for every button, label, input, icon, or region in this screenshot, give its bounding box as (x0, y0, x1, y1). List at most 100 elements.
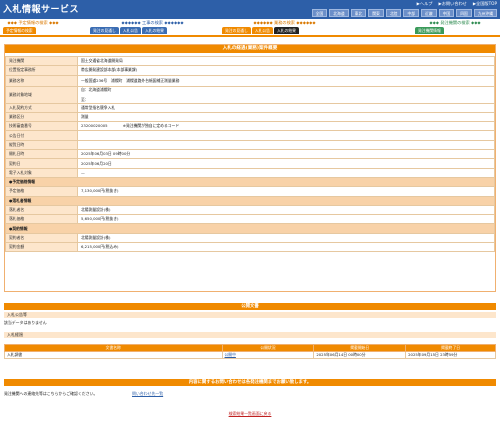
row-label: 落札者名 (5, 204, 78, 216)
col-end: 掲載終了日 (405, 344, 496, 352)
row-label: 発注機関 (5, 55, 78, 67)
section-heading: ●落札者情報 (5, 195, 495, 206)
region-tab-tohoku[interactable]: 東北 (350, 9, 367, 17)
nav-group-title: ◆◆◆◆◆◆ 業務の検索 ◆◆◆◆◆◆ (253, 20, 316, 25)
region-tab-hokuriku[interactable]: 北陸 (385, 9, 402, 17)
col-status: 公開状況 (221, 344, 315, 352)
table-row: 業務名称 一般国道236号 浦幌町 浦幌道路外台帳図補正測量業務 (5, 74, 495, 87)
table-row: 発注機関 国土交通省北海道開発局 (5, 55, 495, 67)
row-label: 業務名称 (5, 74, 78, 87)
row-label: 予定価格 (5, 186, 78, 197)
national-top-link[interactable]: ▶全国版TOP (473, 1, 497, 7)
row-label: 技術審査番号 (5, 121, 78, 132)
region-tabs: 全国 北海道 東北 関東 北陸 中部 近畿 中国 四国 九州沖縄 (311, 9, 497, 17)
section-row: ●落札者情報 (5, 195, 495, 206)
row-label: 業務区分 (5, 111, 78, 123)
table-header-row: 文書名称 公開状況 掲載開始日 掲載終了日 (4, 344, 496, 352)
row-value: 北陽測量設計(株) (77, 232, 495, 244)
help-link[interactable]: ▶ヘルプ (417, 1, 433, 7)
nav-group-schedule: ◆◆◆ 予定情報の検索 ◆◆◆ 予定情報の検索 (3, 20, 63, 34)
col-doc-name: 文書名称 (4, 344, 223, 352)
tab-construction-outlook[interactable]: 発注の見通し (90, 27, 119, 34)
row-label: 公告日付 (5, 130, 78, 141)
table-row: 開札日時 2025年06月03日 09時00分 (5, 149, 495, 160)
table-row: 入札契約方式 通常型指名競争入札 (5, 102, 495, 113)
table-row: 技術審査番号 23200020005 ※発注機関が独自に定めるコード (5, 121, 495, 132)
table-row: 契約金額 6,215,000円(税込み) (5, 242, 495, 253)
row-value: — (77, 167, 495, 178)
table-row: 予定価格 7,130,000円(税抜き) (5, 186, 495, 197)
row-value: 5,650,000円(税抜き) (77, 214, 495, 225)
header-bar: 入札情報サービス ▶ヘルプ ▶お問い合わせ ▶全国版TOP 全国 北海道 東北 … (0, 0, 500, 19)
tab-construction-notice[interactable]: 入札公告 (119, 27, 141, 34)
region-tab-chubu[interactable]: 中部 (403, 9, 420, 17)
nav-group-service: ◆◆◆◆◆◆ 業務の検索 ◆◆◆◆◆◆ 発注の見通し 入札公告 入札の結果 (222, 20, 347, 34)
region-tab-kyushu[interactable]: 九州沖縄 (473, 9, 497, 17)
row-value: 通常型指名競争入札 (77, 102, 495, 113)
doc-start: 2025年06月14日 00時00分 (313, 351, 407, 359)
region-tab-kanto[interactable]: 関東 (368, 9, 384, 17)
contact-text: 発注機関への連絡先等はこちらからご確認ください。 (4, 391, 98, 396)
region-to: 至： (81, 96, 89, 102)
table-row: 落札価格 5,650,000円(税抜き) (5, 214, 495, 225)
site-title[interactable]: 入札情報サービス (3, 2, 79, 15)
no-data-text: 該当データはありません (4, 320, 47, 325)
section-row: ●契約情報 (5, 223, 495, 234)
section-heading: ●予定価格情報 (5, 176, 495, 188)
tab-construction-result[interactable]: 入札の結果 (141, 27, 167, 34)
result-subhead: 入札経過 (4, 332, 496, 338)
row-value: 自：北海道浦幌町 至： (77, 85, 495, 104)
case-summary-table: 発注機関 国土交通省北海道開発局 位置指定事務所 帯広開発建設部本部(本部事業課) … (5, 55, 495, 253)
contact-list-link[interactable]: 問い合わせ先一覧 (132, 391, 163, 397)
case-summary-panel: 入札の経過(業務)案件概要 発注機関 国土交通省北海道開発局 位置指定事務所 帯広開… (4, 44, 496, 292)
row-label: 入札契約方式 (5, 102, 78, 113)
region-tab-zenkoku[interactable]: 全国 (311, 9, 328, 17)
panel-title: 入札の経過(業務)案件概要 (5, 45, 495, 53)
nav-group-title: ◆◆◆◆◆◆ 工事の検索 ◆◆◆◆◆◆ (121, 20, 184, 25)
row-label: 開札日時 (5, 149, 78, 160)
row-value: 2025年06月20日 (77, 158, 495, 169)
region-from: 自：北海道浦幌町 (81, 86, 112, 92)
tab-schedule-search[interactable]: 予定情報の検索 (3, 27, 36, 34)
tab-agency-info[interactable]: 発注機関情報 (415, 27, 444, 34)
row-label: 縦覧日時 (5, 139, 78, 151)
nav-divider (0, 35, 500, 37)
row-value: 6,215,000円(税込み) (77, 242, 495, 253)
doc-status-link[interactable]: 公開中 (225, 352, 236, 357)
tab-service-outlook[interactable]: 発注の見通し (222, 27, 251, 34)
table-row: 縦覧日時 (5, 139, 495, 151)
nav-group-construction: ◆◆◆◆◆◆ 工事の検索 ◆◆◆◆◆◆ 発注の見通し 入札公告 入札の結果 (90, 20, 215, 34)
notice-subhead: 入札公告等 (4, 312, 496, 318)
section-row: ●予定価格情報 (5, 176, 495, 188)
tab-service-notice[interactable]: 入札公告 (251, 27, 273, 34)
nav-group-title: ◆◆◆ 予定情報の検索 ◆◆◆ (7, 20, 59, 25)
col-start: 掲載開始日 (313, 344, 407, 352)
region-tab-hokkaido[interactable]: 北海道 (329, 9, 349, 17)
table-row: 公告日付 (5, 130, 495, 141)
doc-status: 公開中 (221, 351, 315, 359)
tab-service-result[interactable]: 入札の結果 (273, 27, 299, 34)
region-tab-kinki[interactable]: 近畿 (421, 9, 437, 17)
tech-review-number: 23200020005 (81, 123, 108, 129)
row-label: 契約者名 (5, 232, 78, 244)
contact-notice-bar: 内容に関するお問い合わせは各発注機関までお願い致します。 (4, 379, 496, 386)
table-row: 入札調書 公開中 2025年06月14日 00時00分 2025年09月15日 … (4, 351, 496, 359)
search-nav: ◆◆◆ 予定情報の検索 ◆◆◆ 予定情報の検索 ◆◆◆◆◆◆ 工事の検索 ◆◆◆… (0, 19, 500, 36)
nav-group-agency: ◆◆◆ 発注機関の検索 ◆◆◆ 発注機関情報 (415, 20, 495, 34)
region-tab-chugoku[interactable]: 中国 (438, 9, 455, 17)
table-row: 電子入札対象 — (5, 167, 495, 178)
tech-review-note: ※発注機関が独自に定めるコード (122, 123, 180, 129)
back-to-results-link[interactable]: 検索結果一覧画面に戻る (0, 411, 500, 417)
row-value: 帯広開発建設部本部(本部事業課) (77, 65, 495, 76)
region-tab-shikoku[interactable]: 四国 (456, 9, 472, 17)
doc-name: 入札調書 (4, 351, 223, 359)
row-value: 北陽測量設計(株) (77, 204, 495, 216)
row-label: 電子入札対象 (5, 167, 78, 178)
row-label: 契約金額 (5, 242, 78, 253)
public-docs-title: 公開文書 (4, 303, 496, 310)
nav-group-title: ◆◆◆ 発注機関の検索 ◆◆◆ (429, 20, 481, 25)
table-row: 契約日 2025年06月20日 (5, 158, 495, 169)
contact-link[interactable]: ▶お問い合わせ (438, 1, 466, 7)
top-links: ▶ヘルプ ▶お問い合わせ ▶全国版TOP (417, 1, 497, 7)
row-value: 測量 (77, 111, 495, 123)
